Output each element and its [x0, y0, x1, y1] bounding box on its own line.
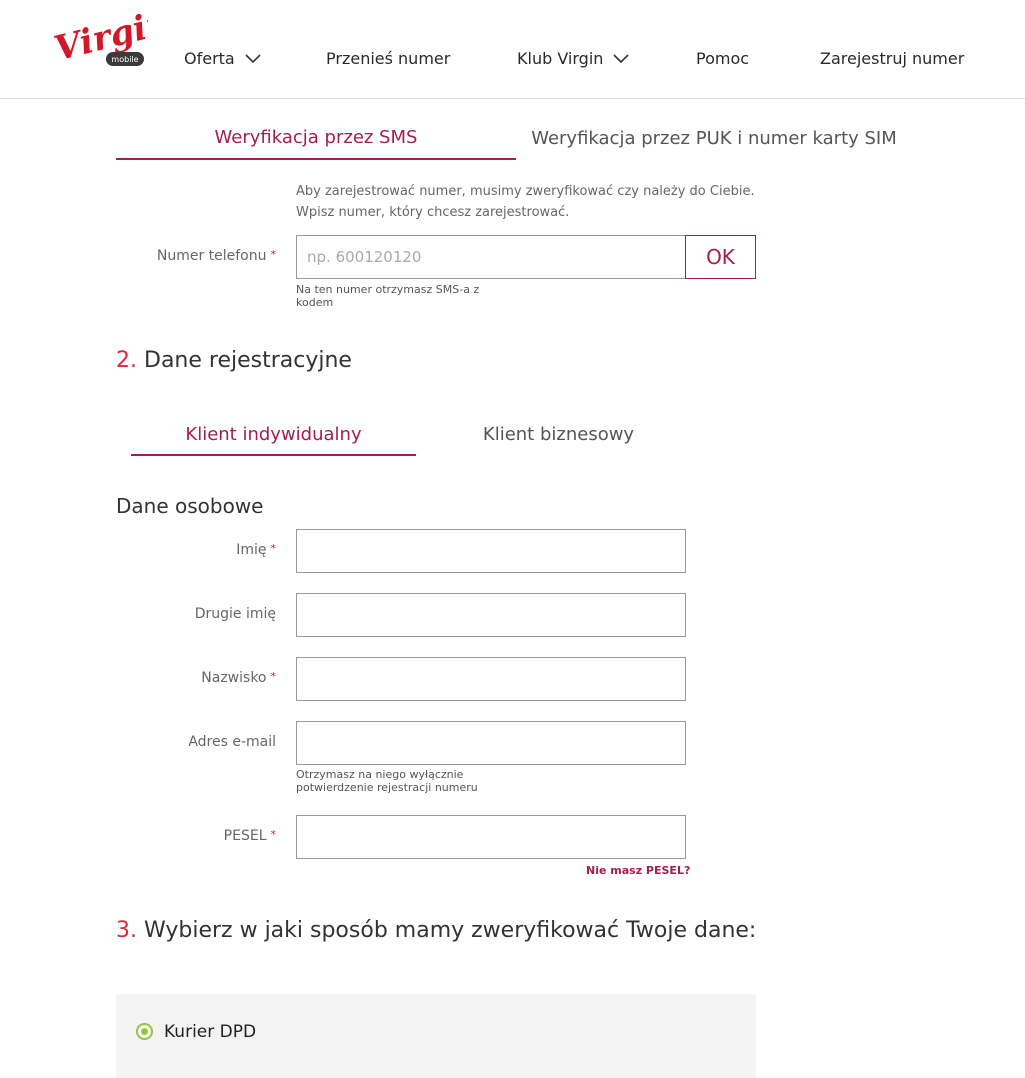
- email-label: Adres e-mail: [76, 734, 276, 750]
- first-name-label: Imię *: [76, 542, 276, 558]
- verification-hint: Aby zarejestrować numer, musimy zweryfik…: [296, 181, 755, 223]
- middle-name-label-text: Drugie imię: [194, 606, 276, 622]
- no-pesel-link[interactable]: Nie masz PESEL?: [586, 864, 690, 877]
- nav-oferta[interactable]: Oferta: [184, 49, 261, 68]
- nav-pomoc[interactable]: Pomoc: [696, 49, 749, 68]
- logo-subtext: mobile: [111, 55, 138, 64]
- section-registration-title: 2. Dane rejestracyjne: [116, 348, 352, 373]
- nav-klub-virgin[interactable]: Klub Virgin: [517, 49, 629, 68]
- section-number: 3.: [116, 918, 137, 943]
- nav-klub-virgin-label: Klub Virgin: [517, 49, 604, 68]
- section-title-text: Dane rejestracyjne: [144, 348, 352, 373]
- tab-business-client[interactable]: Klient biznesowy: [416, 424, 701, 445]
- tab-sms-verification[interactable]: Weryfikacja przez SMS: [116, 127, 516, 148]
- verification-hint-line1: Aby zarejestrować numer, musimy zweryfik…: [296, 184, 755, 199]
- pesel-label-text: PESEL: [223, 828, 267, 844]
- tab-individual-client[interactable]: Klient indywidualny: [131, 424, 416, 445]
- required-mark: *: [270, 670, 277, 683]
- section-title-text: Wybierz w jaki sposób mamy zweryfikować …: [144, 918, 757, 943]
- middle-name-label: Drugie imię: [76, 606, 276, 622]
- email-note-line1: Otrzymasz na niego wyłącznie: [296, 768, 464, 781]
- first-name-input[interactable]: [296, 529, 686, 573]
- radio-courier-dpd[interactable]: [136, 1023, 153, 1040]
- nav-pomoc-label: Pomoc: [696, 49, 750, 68]
- nav-zarejestruj-numer-label: Zarejestruj numer: [820, 49, 965, 68]
- ok-button[interactable]: OK: [685, 235, 756, 279]
- logo-graphic: Virgin mobile: [51, 2, 175, 69]
- verification-hint-line2: Wpisz numer, który chcesz zarejestrować.: [296, 205, 570, 220]
- virgin-mobile-logo[interactable]: Virgin mobile: [51, 2, 175, 84]
- pesel-input[interactable]: [296, 815, 686, 859]
- section-number: 2.: [116, 348, 137, 373]
- active-tab-underline: [131, 454, 416, 456]
- active-tab-underline: [116, 158, 516, 160]
- radio-courier-dpd-label[interactable]: Kurier DPD: [164, 1022, 256, 1042]
- tab-puk-verification[interactable]: Weryfikacja przez PUK i numer karty SIM: [516, 128, 912, 149]
- nav-przenies-numer-label: Przenieś numer: [326, 49, 451, 68]
- nav-zarejestruj-numer[interactable]: Zarejestruj numer: [820, 49, 964, 68]
- middle-name-input[interactable]: [296, 593, 686, 637]
- first-name-label-text: Imię: [236, 542, 267, 558]
- phone-note-line1: Na ten numer otrzymasz SMS-a z: [296, 283, 480, 296]
- pesel-label: PESEL *: [76, 828, 276, 844]
- last-name-label: Nazwisko *: [76, 670, 276, 686]
- last-name-label-text: Nazwisko: [201, 670, 267, 686]
- nav-przenies-numer[interactable]: Przenieś numer: [326, 49, 450, 68]
- personal-data-heading: Dane osobowe: [116, 494, 264, 518]
- chevron-down-icon: [613, 53, 629, 63]
- phone-label: Numer telefonu *: [76, 248, 276, 264]
- phone-label-text: Numer telefonu: [156, 248, 267, 264]
- radio-selected-dot: [141, 1028, 148, 1035]
- required-mark: *: [270, 542, 277, 555]
- nav-oferta-label: Oferta: [184, 49, 235, 68]
- email-note: Otrzymasz na niego wyłącznie potwierdzen…: [296, 768, 478, 794]
- required-mark: *: [270, 248, 277, 261]
- site-header: Virgin mobile Oferta Przenieś numer Klub…: [0, 0, 1025, 99]
- phone-number-input[interactable]: [296, 235, 686, 279]
- last-name-input[interactable]: [296, 657, 686, 701]
- section-verify-method-title: 3. Wybierz w jaki sposób mamy zweryfikow…: [116, 918, 756, 943]
- email-note-line2: potwierdzenie rejestracji numeru: [296, 781, 478, 794]
- email-input[interactable]: [296, 721, 686, 765]
- chevron-down-icon: [245, 53, 261, 63]
- phone-note: Na ten numer otrzymasz SMS-a z kodem: [296, 283, 479, 309]
- required-mark: *: [270, 828, 277, 841]
- phone-note-line2: kodem: [296, 296, 334, 309]
- email-label-text: Adres e-mail: [188, 734, 276, 750]
